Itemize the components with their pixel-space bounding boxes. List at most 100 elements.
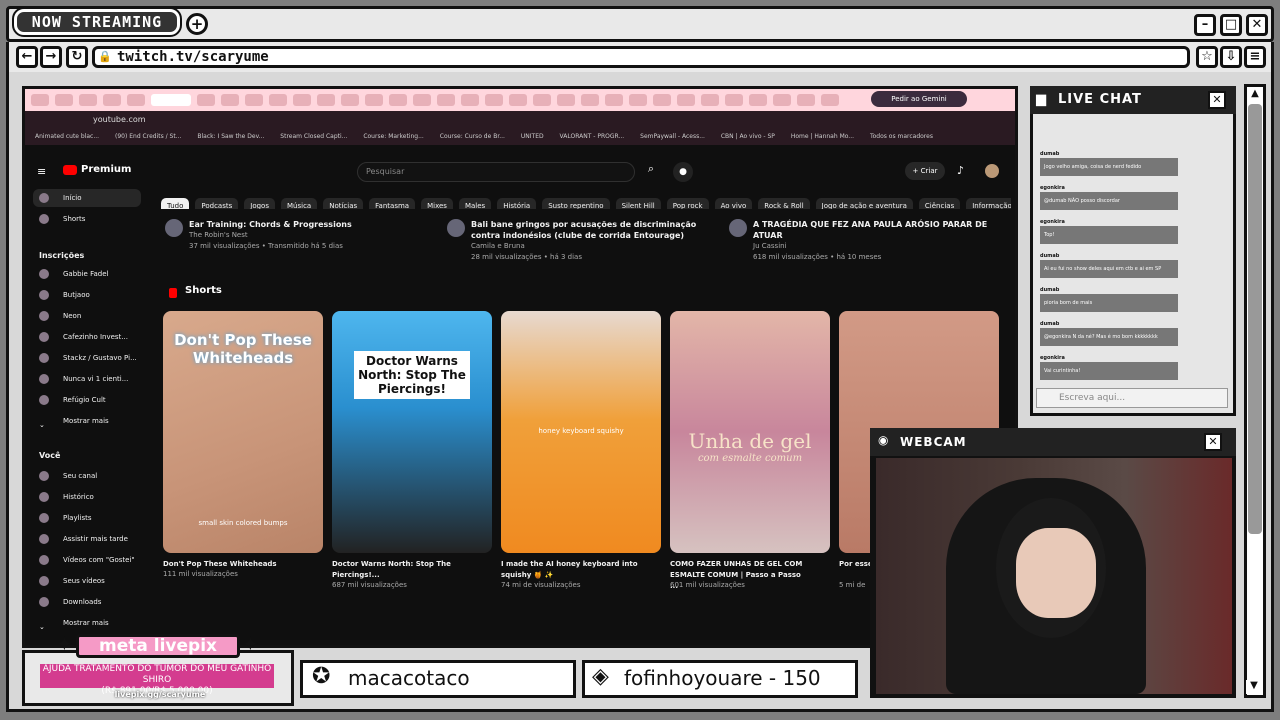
chip[interactable]: Fantasma	[369, 198, 416, 209]
sidebar-item-subscription[interactable]: Butjaoo	[33, 286, 141, 304]
sidebar-item-subscription[interactable]: Nunca vi 1 cienti...	[33, 370, 141, 388]
browser-tab[interactable]	[221, 94, 239, 106]
sidebar-item-liked[interactable]: Vídeos com "Gostei"	[33, 551, 141, 569]
browser-tab[interactable]	[127, 94, 145, 106]
you-header[interactable]: Você	[39, 451, 60, 460]
short-title[interactable]: Don't Pop These Whiteheads	[163, 559, 303, 570]
sidebar-item-your-channel[interactable]: Seu canal	[33, 467, 141, 485]
video-meta[interactable]: Ju Cassini	[753, 241, 999, 252]
video-card[interactable]: Bali bane gringos por acusações de discr…	[447, 219, 717, 263]
browser-tab[interactable]	[341, 94, 359, 106]
chip[interactable]: História	[497, 198, 537, 209]
bookmark[interactable]: VALORANT - PROGR...	[560, 133, 625, 140]
chip[interactable]: Ciências	[918, 198, 961, 209]
sidebar-item-subscription[interactable]: Gabbie Fadel	[33, 265, 141, 283]
sidebar-item-history[interactable]: Histórico	[33, 488, 141, 506]
chip[interactable]: Mixes	[421, 198, 453, 209]
chip[interactable]: Notícias	[323, 198, 364, 209]
browser-tab[interactable]	[797, 94, 815, 106]
bookmark[interactable]: (90) End Credits / St...	[115, 133, 181, 140]
browser-tab[interactable]	[79, 94, 97, 106]
sidebar-item-your-videos[interactable]: Seus vídeos	[33, 572, 141, 590]
bookmark[interactable]: Black: I Saw the Dev...	[197, 133, 264, 140]
browser-tab[interactable]	[31, 94, 49, 106]
browser-tab[interactable]	[629, 94, 647, 106]
short-title[interactable]: I made the AI honey keyboard into squish…	[501, 559, 641, 581]
browser-tab[interactable]	[461, 94, 479, 106]
chip[interactable]: Podcasts	[195, 198, 239, 209]
youtube-logo[interactable]: Premium	[81, 164, 131, 175]
sidebar-item-shorts[interactable]: Shorts	[33, 210, 141, 228]
subscriptions-header[interactable]: Inscrições	[39, 251, 84, 260]
search-icon[interactable]: ⌕	[637, 162, 665, 182]
bookmark[interactable]: SemPaywall - Acess...	[640, 133, 705, 140]
browser-tab[interactable]	[653, 94, 671, 106]
youtube-logo-icon[interactable]	[63, 165, 77, 175]
chip[interactable]: Música	[281, 198, 318, 209]
chip[interactable]: Tudo	[161, 198, 190, 209]
browser-tab[interactable]	[293, 94, 311, 106]
short-title[interactable]: Doctor Warns North: Stop The Piercings!.…	[332, 559, 472, 581]
bookmark[interactable]: Home | Hannah Mo...	[791, 133, 854, 140]
bookmark[interactable]: Course: Curso de Br...	[440, 133, 505, 140]
chip[interactable]: Jogo de ação e aventura	[815, 198, 913, 209]
chip[interactable]: Males	[458, 198, 492, 209]
short-thumbnail[interactable]: Don't Pop These Whiteheads small skin co…	[163, 311, 323, 553]
browser-tab[interactable]	[197, 94, 215, 106]
video-channel[interactable]: Camila e Bruna	[471, 241, 717, 252]
sidebar-item-watch-later[interactable]: Assistir mais tarde	[33, 530, 141, 548]
chip[interactable]: Rock & Roll	[758, 198, 810, 209]
bookmark[interactable]: UNITED	[521, 133, 544, 140]
browser-tab[interactable]	[437, 94, 455, 106]
bell-icon[interactable]: ♪	[957, 164, 964, 177]
sidebar-item-subscription[interactable]: Cafezinho Invest...	[33, 328, 141, 346]
browser-tab[interactable]	[701, 94, 719, 106]
chip[interactable]: Jogos	[244, 198, 275, 209]
browser-tab[interactable]	[605, 94, 623, 106]
sidebar-item-home[interactable]: Início	[33, 189, 141, 207]
video-title[interactable]: A TRAGÉDIA QUE FEZ ANA PAULA ARÓSIO PARA…	[753, 219, 999, 241]
sidebar-item-subscription[interactable]: Neon	[33, 307, 141, 325]
sidebar-item-subscription[interactable]: Refúgio Cult	[33, 391, 141, 409]
bookmark[interactable]: CBN | Ao vivo - SP	[721, 133, 775, 140]
browser-tab[interactable]	[749, 94, 767, 106]
browser-tab[interactable]	[245, 94, 263, 106]
browser-tab[interactable]	[773, 94, 791, 106]
bookmark[interactable]: Todos os marcadores	[870, 133, 933, 140]
search-input[interactable]: Pesquisar	[357, 162, 635, 182]
browser-tab[interactable]	[269, 94, 287, 106]
create-button[interactable]: + Criar	[905, 162, 945, 180]
show-more-button[interactable]: ⌄ Mostrar mais	[33, 412, 141, 430]
chip[interactable]: Silent Hill	[615, 198, 661, 209]
browser-tab[interactable]	[485, 94, 503, 106]
chip[interactable]: Informação	[966, 198, 1011, 209]
chip[interactable]: Pop rock	[666, 198, 709, 209]
show-more-button[interactable]: ⌄ Mostrar mais	[33, 614, 141, 632]
browser-tab-active[interactable]	[151, 94, 191, 106]
browser-tab[interactable]	[557, 94, 575, 106]
browser-tab[interactable]	[821, 94, 839, 106]
short-thumbnail[interactable]: honey keyboard squishy	[501, 311, 661, 553]
short-thumbnail[interactable]: Unha de gel com esmalte comum	[670, 311, 830, 553]
browser-tab[interactable]	[317, 94, 335, 106]
video-title[interactable]: Bali bane gringos por acusações de discr…	[471, 219, 717, 241]
video-card[interactable]: Ear Training: Chords & Progressions The …	[165, 219, 435, 252]
video-card[interactable]: A TRAGÉDIA QUE FEZ ANA PAULA ARÓSIO PARA…	[729, 219, 999, 263]
sidebar-item-subscription[interactable]: Stackz / Gustavo Pi...	[33, 349, 141, 367]
browser-tab[interactable]	[103, 94, 121, 106]
browser-tab[interactable]	[725, 94, 743, 106]
gemini-button[interactable]: Pedir ao Gemini	[871, 91, 967, 107]
browser-tab[interactable]	[389, 94, 407, 106]
video-channel[interactable]: The Robin's Nest	[189, 230, 435, 241]
sidebar-item-playlists[interactable]: Playlists	[33, 509, 141, 527]
sidebar-item-downloads[interactable]: Downloads	[33, 593, 141, 611]
browser-tab[interactable]	[413, 94, 431, 106]
hamburger-icon[interactable]: ≡	[37, 165, 46, 178]
browser-tab[interactable]	[581, 94, 599, 106]
mic-icon[interactable]: ●	[673, 162, 693, 182]
chip[interactable]: Susto repentino	[542, 198, 610, 209]
browser-tab[interactable]	[365, 94, 383, 106]
browser-tab[interactable]	[55, 94, 73, 106]
browser-tab[interactable]	[677, 94, 695, 106]
browser-address-bar[interactable]: youtube.com	[25, 111, 1015, 129]
